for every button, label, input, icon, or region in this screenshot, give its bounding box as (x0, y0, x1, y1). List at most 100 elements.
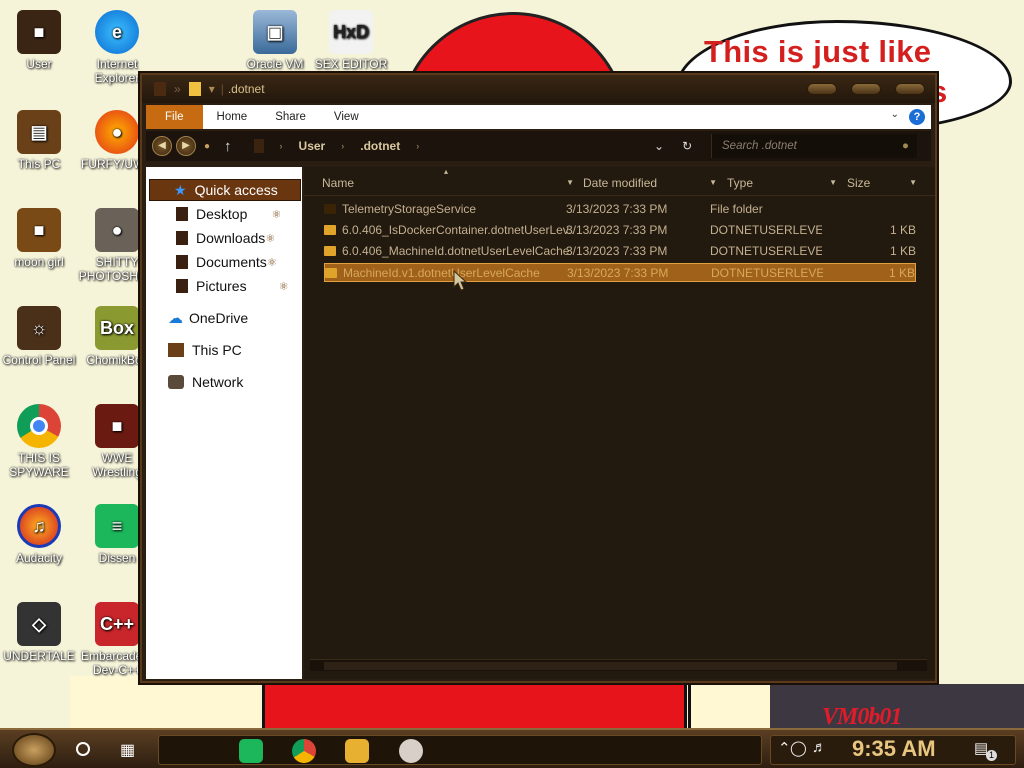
sidebar-item-desktop[interactable]: Desktop ⚛ (176, 203, 281, 225)
quick-access-toolbar-chevron-icon[interactable]: » (174, 82, 181, 96)
column-header-date-modified[interactable]: Date modified ▼ (583, 173, 721, 193)
file-name: 6.0.406_MachineId.dotnetUserLevelCache (342, 244, 570, 258)
chomikbox-icon: Box (95, 306, 139, 350)
sidebar-item-onedrive[interactable]: ☁ OneDrive (168, 307, 248, 329)
taskbar-spotify-icon[interactable] (239, 739, 263, 763)
desktop-icon-control-panel[interactable]: ☼ Control Panel (0, 306, 78, 367)
type-cell: DOTNETUSERLEVE... (711, 266, 823, 280)
sidebar-item-downloads[interactable]: Downloads ⚛ (176, 227, 275, 249)
desktop-icon-label: Control Panel (2, 353, 76, 367)
desktop-icon-chrome[interactable]: THIS IS SPYWARE (0, 404, 78, 479)
taskbar-file-explorer-icon[interactable] (345, 739, 369, 763)
sidebar-item-label: Documents (196, 254, 267, 270)
desktop-icon-audacity[interactable]: ♫ Audacity (0, 504, 78, 565)
sidebar-item-label: OneDrive (189, 310, 249, 326)
task-view-icon[interactable]: ▦ (120, 740, 135, 760)
date-cell: 3/13/2023 7:33 PM (566, 244, 668, 258)
file-name-cell: MachineId.v1.dotnetUserLevelCache (325, 264, 575, 283)
search-input[interactable]: Search .dotnet ● (711, 134, 917, 158)
address-dropdown-chevron-icon[interactable]: ⌄ (654, 139, 664, 153)
folder-icon (188, 82, 201, 96)
clock[interactable]: 9:35 AM (852, 736, 936, 762)
maximize-button[interactable] (851, 83, 881, 95)
volume-icon[interactable]: ♬ (812, 739, 827, 756)
minimize-button[interactable] (807, 83, 837, 95)
column-header-label: Name (322, 176, 355, 190)
desktop-icon-label: Oracle VM (246, 57, 304, 71)
tray-overflow-chevron-icon[interactable]: ⌃ (778, 739, 791, 757)
date-cell: 3/13/2023 7:33 PM (566, 202, 668, 216)
column-header-size[interactable]: Size ▼ (847, 173, 921, 193)
wallpaper-red-block (262, 676, 687, 736)
breadcrumb[interactable]: › User › .dotnet › (253, 133, 654, 159)
table-row[interactable]: 6.0.406_IsDockerContainer.dotnetUserLev.… (324, 221, 916, 240)
tab-share[interactable]: Share (261, 105, 320, 129)
back-button[interactable]: ◀ (152, 136, 172, 156)
recent-locations-icon[interactable]: ● (204, 141, 210, 152)
tab-view[interactable]: View (320, 105, 373, 129)
horizontal-scrollbar[interactable] (310, 659, 927, 671)
breadcrumb-chevron-icon: › (341, 141, 345, 151)
sidebar-item-network[interactable]: Network (168, 371, 243, 393)
sidebar-item-pictures[interactable]: Pictures ⚛ (176, 275, 289, 297)
title-bar[interactable]: » ▾ | .dotnet (142, 75, 935, 103)
star-icon: ★ (174, 181, 187, 198)
tab-file[interactable]: File (146, 105, 203, 129)
tab-home[interactable]: Home (203, 105, 262, 129)
desktop-icon-moon-girl[interactable]: ■ moon girl (0, 208, 78, 269)
column-header-name[interactable]: Name ▼ (322, 173, 578, 193)
chevron-down-icon[interactable]: ▼ (829, 173, 837, 193)
file-name-cell: TelemetryStorageService (324, 200, 574, 219)
network-globe-icon[interactable]: ◯ (790, 739, 807, 757)
notification-count-badge: 1 (986, 750, 997, 761)
file-name: 6.0.406_IsDockerContainer.dotnetUserLev.… (342, 223, 574, 237)
forward-button[interactable]: ▶ (176, 136, 196, 156)
desktop-icon-oracle-vm[interactable]: ▣ Oracle VM (236, 10, 314, 71)
file-name: MachineId.v1.dotnetUserLevelCache (343, 266, 540, 280)
expand-ribbon-chevron-icon[interactable]: ⌄ (891, 109, 899, 120)
column-header-label: Date modified (583, 176, 658, 190)
chevron-down-icon[interactable]: ▼ (709, 173, 717, 193)
folder-icon: ■ (17, 208, 61, 252)
pin-icon: ⚛ (278, 280, 289, 293)
file-name: TelemetryStorageService (342, 202, 477, 216)
taskbar-paint-icon[interactable] (399, 739, 423, 763)
desktop-icon-hex-editor[interactable]: HxD SEX EDITOR (312, 10, 390, 71)
chevron-down-icon[interactable]: ▾ (209, 82, 215, 96)
sidebar-item-label: Downloads (196, 230, 266, 246)
wallpaper-watermark: VM0b01 (822, 704, 902, 730)
mouse-cursor-icon (453, 270, 468, 291)
type-cell: DOTNETUSERLEVE... (710, 244, 822, 258)
help-button[interactable]: ? (909, 109, 925, 125)
user-folder-icon: ■ (17, 10, 61, 54)
taskbar-chrome-icon[interactable] (292, 739, 316, 763)
computer-icon: ▤ (17, 110, 61, 154)
column-header-type[interactable]: Type ▼ (727, 173, 841, 193)
sidebar-item-this-pc[interactable]: This PC (168, 339, 242, 361)
table-row[interactable]: 6.0.406_MachineId.dotnetUserLevelCache 3… (324, 242, 916, 261)
up-arrow-icon[interactable]: ↑ (224, 138, 232, 155)
ribbon-tabs: File Home Share View ⌄ ? (146, 105, 931, 129)
breadcrumb-user[interactable]: User (299, 139, 326, 153)
desktop-icon-label: SEX EDITOR (314, 57, 388, 71)
chevron-down-icon[interactable]: ▼ (909, 173, 917, 193)
pin-icon: ⚛ (265, 232, 276, 245)
sidebar-item-documents[interactable]: Documents ⚛ (176, 251, 277, 273)
close-button[interactable] (895, 83, 925, 95)
desktop-icon-this-pc[interactable]: ▤ This PC (0, 110, 78, 171)
chevron-down-icon[interactable]: ▼ (566, 173, 574, 193)
sidebar-item-quick-access[interactable]: ★ Quick access (149, 179, 301, 201)
search-circle-icon[interactable] (76, 742, 90, 756)
firefox-icon: ● (95, 110, 139, 154)
table-row-selected[interactable]: MachineId.v1.dotnetUserLevelCache 3/13/2… (324, 263, 916, 282)
start-button[interactable] (12, 733, 56, 767)
file-list: Name ▼ Date modified ▼ Type ▼ Size ▼ ▴ T… (304, 167, 935, 679)
table-row[interactable]: TelemetryStorageService 3/13/2023 7:33 P… (324, 200, 916, 219)
refresh-icon[interactable]: ↻ (682, 139, 692, 153)
window-title: .dotnet (227, 82, 265, 96)
desktop-icon-label: moon girl (14, 255, 64, 269)
scrollbar-thumb[interactable] (324, 662, 897, 670)
desktop-icon-undertale[interactable]: ◇ UNDERTALE (0, 602, 78, 663)
desktop-icon-user[interactable]: ■ User (0, 10, 78, 71)
breadcrumb-dotnet[interactable]: .dotnet (360, 139, 400, 153)
